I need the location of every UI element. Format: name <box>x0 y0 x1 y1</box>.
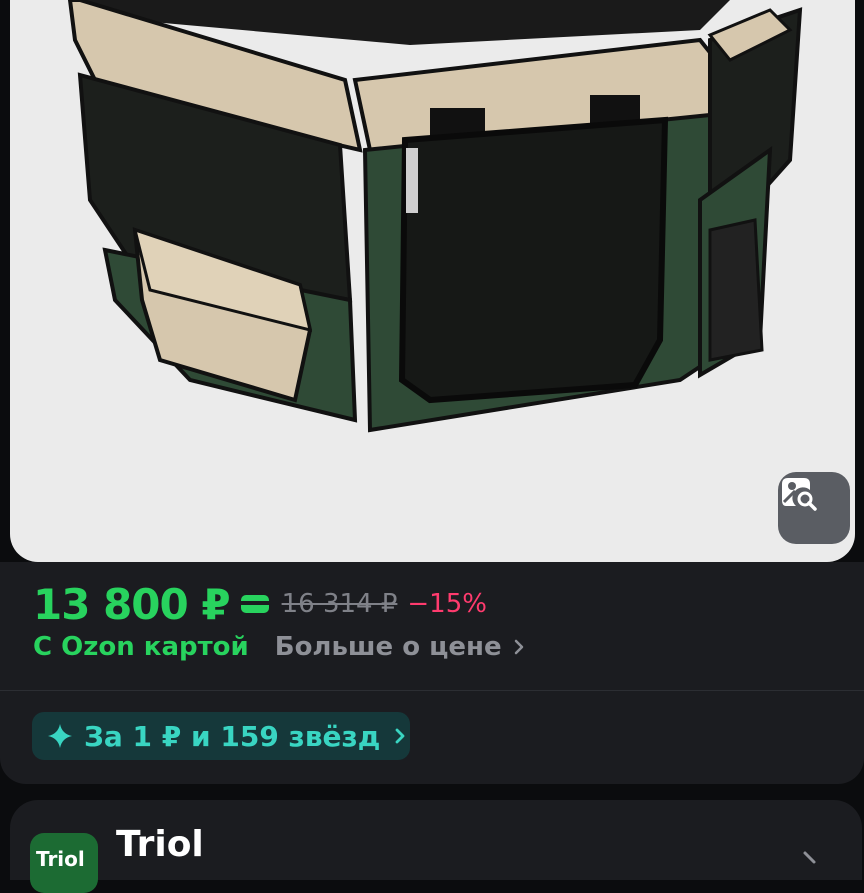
chevron-right-icon <box>514 639 523 655</box>
product-image <box>67 0 803 433</box>
divider <box>0 690 864 691</box>
seller-logo-text: Triol <box>36 847 85 871</box>
chevron-right-icon[interactable] <box>800 850 820 870</box>
image-search-icon <box>782 478 817 511</box>
product-photo[interactable] <box>10 0 855 562</box>
chevron-right-icon <box>396 728 405 744</box>
image-search-button[interactable] <box>778 472 850 544</box>
stars-offer-button[interactable]: За 1 ₽ и 159 звёзд <box>32 712 410 760</box>
old-price: 16 314 ₽ <box>281 589 398 619</box>
sparkle-icon <box>48 724 72 748</box>
price-subtitle-row: С Ozon картой Больше о цене <box>33 628 524 666</box>
discount-badge: −15% <box>407 589 487 619</box>
price-row[interactable]: 13 800 ₽ 16 314 ₽ −15% <box>33 578 487 630</box>
more-about-price-label: Больше о цене <box>274 632 502 662</box>
card-icon <box>240 593 270 615</box>
ozon-card-price: 13 800 ₽ <box>33 579 231 629</box>
seller-name[interactable]: Triol <box>116 824 204 865</box>
seller-logo: Triol <box>30 833 98 893</box>
ozon-card-label: С Ozon картой <box>33 632 249 662</box>
stars-offer-label: За 1 ₽ и 159 звёзд <box>84 719 381 753</box>
more-about-price-link[interactable]: Больше о цене <box>275 632 524 662</box>
